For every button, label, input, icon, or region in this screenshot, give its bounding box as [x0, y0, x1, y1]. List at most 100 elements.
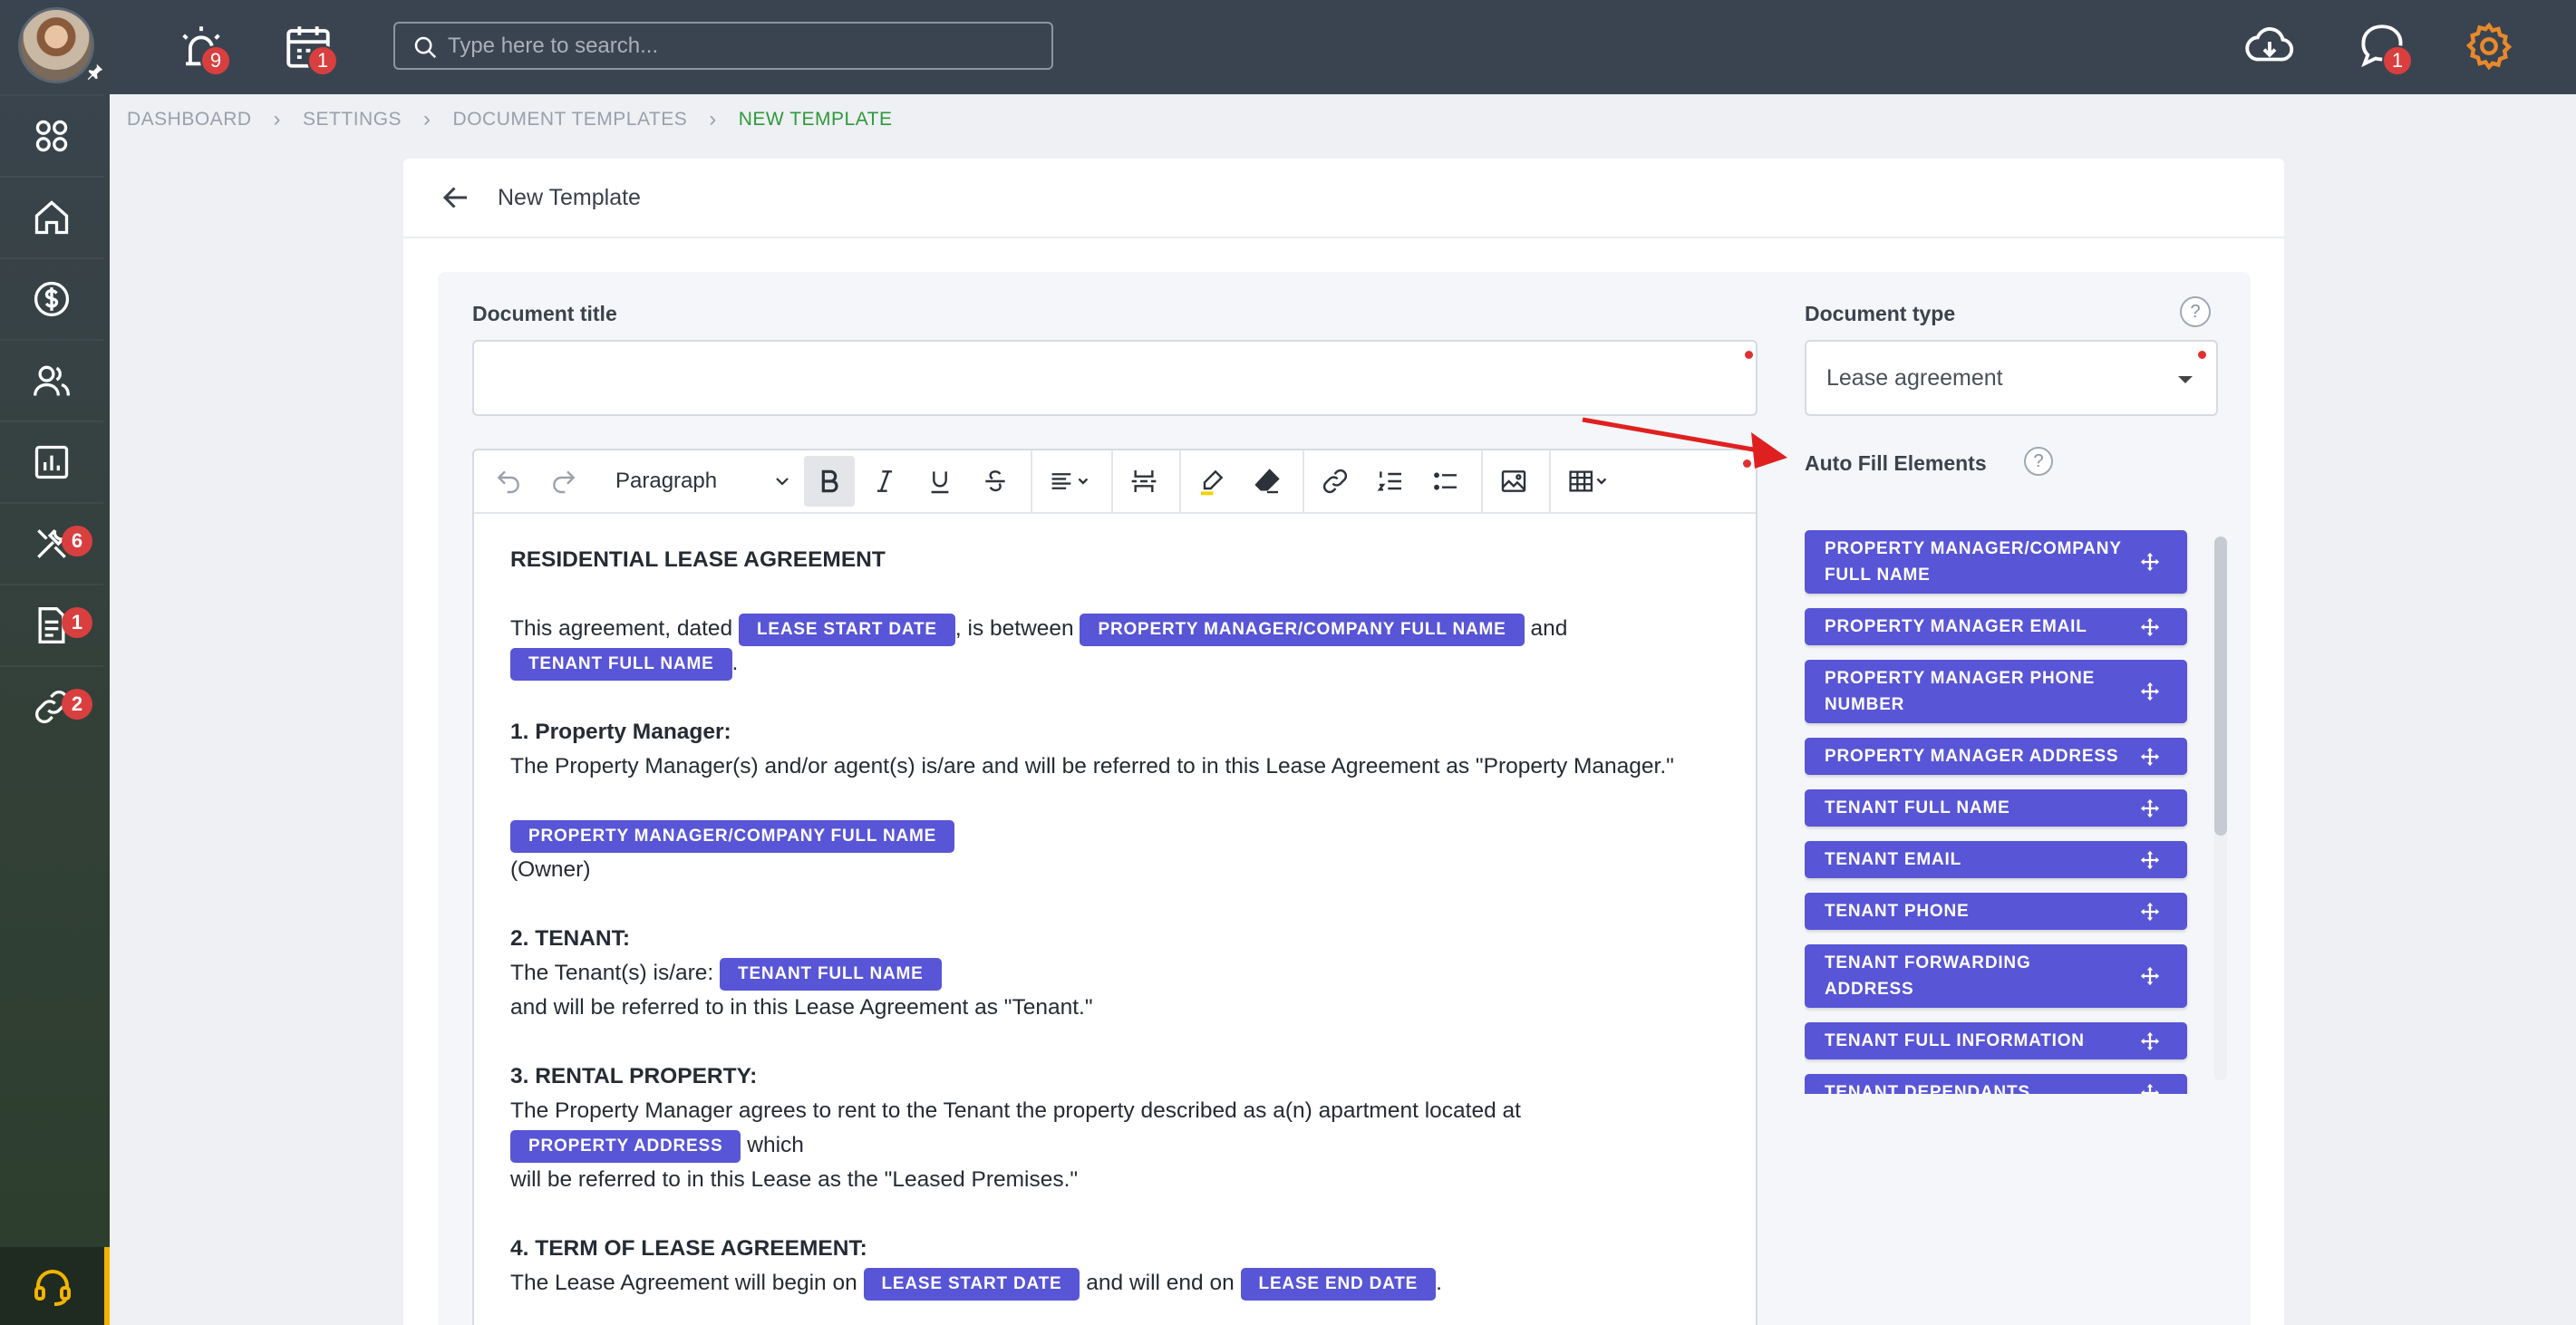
- drag-move-icon[interactable]: [2140, 1031, 2160, 1051]
- search-input[interactable]: Type here to search...: [393, 22, 1053, 70]
- drag-move-icon[interactable]: [2140, 552, 2160, 572]
- section-heading: 3. RENTAL PROPERTY:: [510, 1064, 758, 1088]
- sidebar-item-maintenance[interactable]: 6: [0, 502, 103, 584]
- home-icon: [34, 200, 69, 235]
- sidebar-item-dashboard[interactable]: [0, 94, 103, 176]
- autofill-item[interactable]: TENANT DEPENDANTS: [1805, 1074, 2187, 1094]
- scroll-thumb[interactable]: [2214, 537, 2227, 836]
- cloud-download-icon[interactable]: [2243, 20, 2296, 73]
- breadcrumb-settings[interactable]: SETTINGS: [303, 109, 402, 131]
- drag-move-icon[interactable]: [2140, 798, 2160, 818]
- doc-text: This agreement, dated: [510, 616, 733, 641]
- help-icon[interactable]: ?: [2180, 296, 2211, 327]
- insert-image-button[interactable]: [1488, 456, 1539, 507]
- user-avatar[interactable]: [18, 7, 94, 83]
- apps-grid-icon: [35, 120, 68, 152]
- autofill-item[interactable]: PROPERTY MANAGER EMAIL: [1805, 608, 2187, 645]
- headset-icon: [34, 1270, 71, 1306]
- autofill-tag[interactable]: LEASE END DATE: [1240, 1267, 1437, 1301]
- align-dropdown[interactable]: [1038, 456, 1101, 507]
- link-button[interactable]: [1310, 456, 1361, 507]
- settings-gear-icon[interactable]: [2463, 20, 2515, 73]
- bold-button[interactable]: [804, 456, 855, 507]
- drag-move-icon[interactable]: [2140, 850, 2160, 870]
- strikethrough-button[interactable]: [970, 456, 1021, 507]
- editor-content[interactable]: RESIDENTIAL LEASE AGREEMENT This agreeme…: [474, 514, 1756, 1325]
- editor-toolbar: Paragraph: [474, 450, 1756, 514]
- autofill-item[interactable]: TENANT PHONE: [1805, 893, 2187, 930]
- sidebar-item-home[interactable]: [0, 176, 103, 257]
- drag-move-icon[interactable]: [2140, 1083, 2160, 1095]
- autofill-item-label: TENANT FULL NAME: [1825, 798, 2010, 817]
- sidebar-item-payments[interactable]: [0, 257, 103, 339]
- sidebar-item-documents[interactable]: 1: [0, 584, 103, 665]
- top-bar: 9 1 Type here to search... 1: [110, 0, 2576, 94]
- help-icon[interactable]: ?: [2024, 447, 2053, 476]
- document-title-label: Document title: [472, 302, 617, 325]
- autofill-item[interactable]: TENANT EMAIL: [1805, 841, 2187, 878]
- breadcrumb-document-templates[interactable]: DOCUMENT TEMPLATES: [453, 109, 688, 131]
- autofill-item[interactable]: PROPERTY MANAGER/COMPANY FULL NAME: [1805, 530, 2187, 594]
- arrow-left-icon[interactable]: [440, 181, 472, 214]
- chevron-right-icon: ›: [273, 107, 282, 131]
- highlight-button[interactable]: [1186, 456, 1237, 507]
- breadcrumb-dashboard[interactable]: DASHBOARD: [127, 109, 252, 131]
- drag-move-icon[interactable]: [2140, 902, 2160, 922]
- autofill-scrollbar[interactable]: [2214, 537, 2227, 1080]
- annotation-arrow: [1582, 417, 1787, 469]
- doc-text: which: [747, 1133, 804, 1157]
- chevron-right-icon: ›: [423, 107, 431, 131]
- page-break-button[interactable]: [1119, 456, 1169, 507]
- undo-button[interactable]: [483, 456, 534, 507]
- autofill-item[interactable]: PROPERTY MANAGER PHONE NUMBER: [1805, 660, 2187, 723]
- document-title-input[interactable]: [472, 340, 1758, 416]
- links-badge: 2: [62, 689, 92, 720]
- autofill-item-label: PROPERTY MANAGER/COMPANY FULL NAME: [1825, 539, 2122, 585]
- autofill-tag[interactable]: TENANT FULL NAME: [510, 647, 732, 681]
- redo-button[interactable]: [538, 456, 589, 507]
- caret-down-icon: [2178, 376, 2193, 383]
- autofill-item[interactable]: PROPERTY MANAGER ADDRESS: [1805, 738, 2187, 775]
- sidebar-item-reports[interactable]: [0, 421, 103, 502]
- section-heading: 2. TENANT:: [510, 926, 631, 951]
- eraser-icon: [1254, 469, 1280, 494]
- document-type-select[interactable]: Lease agreement: [1805, 340, 2218, 416]
- autofill-item[interactable]: TENANT FULL INFORMATION: [1805, 1022, 2187, 1059]
- drag-move-icon[interactable]: [2140, 747, 2160, 767]
- autofill-item[interactable]: TENANT FULL NAME: [1805, 789, 2187, 827]
- numbered-list-icon: [1377, 471, 1401, 491]
- autofill-item-label: TENANT PHONE: [1825, 902, 1970, 921]
- underline-button[interactable]: [915, 456, 965, 507]
- drag-move-icon[interactable]: [2140, 617, 2160, 637]
- toolbar-divider: [1111, 450, 1113, 513]
- doc-text: The Property Manager(s) and/or agent(s) …: [510, 754, 1674, 779]
- bulleted-list-button[interactable]: [1420, 456, 1471, 507]
- drag-move-icon[interactable]: [2140, 966, 2160, 986]
- autofill-tag[interactable]: TENANT FULL NAME: [720, 957, 942, 991]
- sidebar-item-links[interactable]: 2: [0, 665, 103, 747]
- autofill-tag[interactable]: LEASE START DATE: [738, 613, 955, 646]
- italic-button[interactable]: [859, 456, 910, 507]
- chevron-down-icon: [776, 478, 789, 486]
- highlighter-icon: [1201, 469, 1224, 496]
- remove-format-button[interactable]: [1242, 456, 1293, 507]
- support-button[interactable]: [0, 1247, 110, 1325]
- align-left-icon: [1051, 473, 1089, 489]
- drag-move-icon[interactable]: [2140, 682, 2160, 701]
- doc-text: (Owner): [510, 857, 591, 882]
- template-card: New Template Document title Document typ…: [403, 159, 2284, 1325]
- autofill-tag[interactable]: PROPERTY ADDRESS: [510, 1129, 741, 1163]
- bar-chart-icon: [34, 445, 69, 479]
- doc-text: and will end on: [1086, 1271, 1235, 1295]
- block-format-dropdown[interactable]: Paragraph: [594, 456, 804, 507]
- toolbar-divider: [1549, 450, 1551, 513]
- autofill-tag[interactable]: LEASE START DATE: [863, 1267, 1080, 1301]
- sidebar-item-people[interactable]: [0, 339, 103, 421]
- autofill-tag[interactable]: PROPERTY MANAGER/COMPANY FULL NAME: [510, 819, 955, 853]
- autofill-tag[interactable]: PROPERTY MANAGER/COMPANY FULL NAME: [1080, 613, 1525, 646]
- numbered-list-button[interactable]: [1365, 456, 1416, 507]
- italic-icon: [877, 470, 892, 492]
- block-format-value: Paragraph: [615, 469, 718, 493]
- autofill-item[interactable]: TENANT FORWARDING ADDRESS: [1805, 944, 2187, 1008]
- rich-text-editor[interactable]: Paragraph RESIDENTIAL LEASE AGREEMENT Th…: [472, 449, 1758, 1325]
